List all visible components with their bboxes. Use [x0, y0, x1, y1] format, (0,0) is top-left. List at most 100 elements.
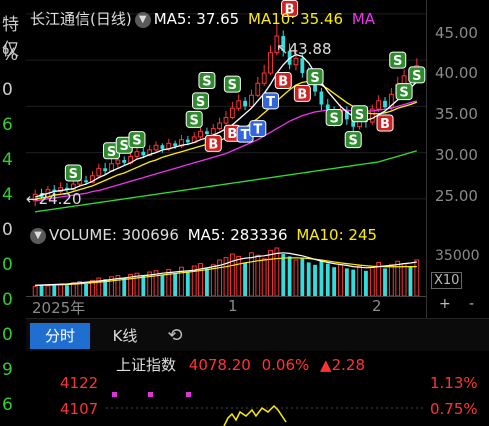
tab-kline[interactable]: K线	[100, 323, 150, 349]
candle-body	[96, 167, 102, 177]
candle-body	[255, 82, 261, 96]
low-annotation: ←24.20	[26, 190, 82, 208]
volume-bar	[236, 255, 242, 297]
signal-marker-s: S	[389, 51, 407, 69]
chart-title: 长江通信(日线)	[30, 10, 132, 28]
volume-bar	[313, 264, 317, 296]
volume-bar	[58, 283, 64, 297]
signal-marker-label: T	[266, 95, 275, 110]
signal-marker-b: B	[376, 114, 394, 132]
signal-marker-label: S	[120, 139, 129, 154]
candle-body	[198, 130, 203, 138]
left-strip-item: %	[2, 45, 19, 65]
signal-marker-label: B	[380, 117, 390, 132]
candle-body	[115, 159, 121, 165]
date-month-label: 1	[228, 297, 238, 315]
volume-bar	[173, 273, 178, 296]
candle-body	[134, 151, 140, 157]
volume-bar	[401, 263, 407, 297]
volume-bar	[287, 256, 292, 296]
signal-marker-label: B	[208, 137, 218, 152]
high-annotation: ↖43.88	[276, 40, 332, 58]
candle-body	[141, 151, 146, 156]
volume-bar	[376, 261, 382, 297]
volume-bar	[141, 275, 146, 296]
left-strip-item: 0	[2, 255, 13, 275]
ma10-label: MA10: 35.46	[248, 10, 344, 28]
signal-marker-s: S	[185, 110, 203, 128]
signal-marker-s: S	[344, 131, 362, 149]
signal-marker-s: S	[395, 83, 413, 101]
volume-bar	[319, 260, 324, 296]
low-arrow-icon: ←	[26, 190, 39, 208]
volume-unit-badge: X10	[431, 272, 463, 289]
volume-bar	[249, 252, 254, 297]
index-y-tick: 4107	[60, 400, 99, 418]
history-refresh-icon[interactable]: ⟲	[160, 323, 190, 349]
candle-body	[319, 91, 324, 105]
signal-marker-label: S	[190, 113, 199, 128]
signal-marker-b: B	[293, 84, 311, 102]
volume-bar	[160, 274, 165, 296]
index-intraday-chart	[106, 392, 426, 426]
index-pct-tick: 1.13%	[430, 374, 478, 392]
signal-marker-label: S	[132, 134, 141, 149]
volume-bar	[351, 269, 356, 296]
left-strip-item: 4	[2, 150, 13, 170]
signal-marker-s: S	[325, 108, 343, 126]
signal-marker-label: B	[297, 87, 307, 102]
signal-marker-label: B	[278, 74, 288, 89]
low-value: 24.20	[38, 190, 82, 208]
signal-marker-label: T	[241, 128, 250, 143]
volume-tick: 35000	[435, 248, 480, 264]
signal-marker-label: S	[228, 78, 237, 93]
zoom-out-button[interactable]: -	[469, 296, 474, 312]
kline-chart[interactable]: SS S SSSS SBB T TTBBBSSSSBSSS	[26, 0, 426, 222]
volume-bar	[306, 262, 311, 296]
index-pct-tick: 0.75%	[430, 400, 478, 418]
left-strip-item: 0	[2, 80, 13, 100]
volume-bar	[261, 258, 267, 297]
signal-marker-s: S	[306, 68, 324, 86]
volume-bar	[408, 266, 413, 296]
index-quote-panel: 上证指数 4078.20 0.06% ▲2.28 4122 4107 1.13%…	[26, 350, 489, 426]
index-change: ▲2.28	[320, 356, 365, 374]
tab-kline-label: K线	[112, 327, 138, 345]
candle-body	[153, 144, 159, 151]
volume-bar	[52, 284, 57, 296]
price-axis: 45.00 40.00 35.00 30.00 25.00	[426, 0, 489, 222]
ma5-label: MA5: 37.65	[153, 10, 240, 28]
dropdown-chevron-icon[interactable]: ▼	[134, 12, 151, 28]
signal-marker-label: S	[69, 167, 78, 182]
candle-body	[376, 100, 382, 110]
index-marker	[112, 392, 117, 397]
price-tick: 25.00	[435, 187, 478, 205]
candle-body	[84, 180, 88, 183]
signal-marker-label: S	[399, 86, 408, 101]
candle-body	[383, 100, 387, 108]
index-header[interactable]: 上证指数 4078.20 0.06% ▲2.28	[116, 354, 365, 375]
volume-bar	[383, 268, 387, 296]
volume-label: VOLUME: 300696	[49, 226, 179, 244]
ma20-label-cut: MA	[351, 10, 376, 28]
zoom-in-button[interactable]: +	[439, 296, 451, 312]
tab-timeshare[interactable]: 分时	[30, 323, 90, 349]
candle-body	[160, 145, 165, 149]
volume-dropdown-icon[interactable]: ▼	[30, 228, 46, 244]
left-strip-item: 9	[2, 360, 13, 380]
left-strip-item: 0	[2, 290, 13, 310]
candle-body	[223, 116, 229, 124]
signal-marker-b: B	[274, 71, 292, 89]
signal-marker-label: S	[196, 95, 205, 110]
index-price-line	[223, 404, 287, 426]
signal-marker-label: S	[393, 54, 402, 69]
signal-marker-s: S	[64, 164, 82, 182]
volume-bar	[210, 264, 216, 297]
volume-bar	[293, 259, 299, 297]
signal-marker-label: S	[107, 145, 116, 160]
signal-marker-label: S	[412, 69, 421, 84]
candle-body	[185, 139, 190, 143]
candle-body	[173, 143, 178, 147]
volume-ma10-label: MA10: 245	[296, 226, 378, 244]
volume-ma5-label: MA5: 283336	[187, 226, 288, 244]
